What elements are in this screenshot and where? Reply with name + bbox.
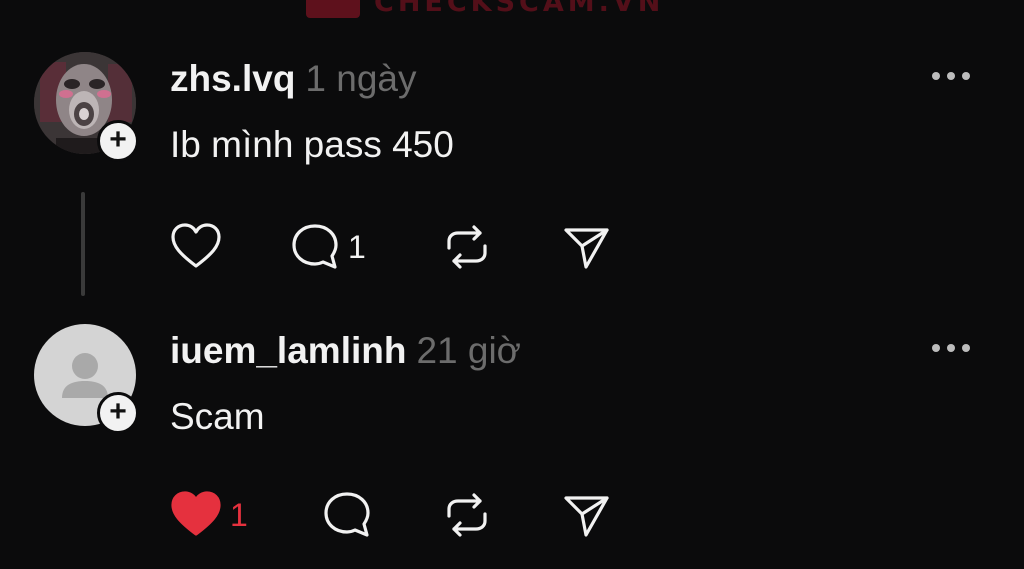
comment-icon — [324, 492, 370, 537]
post-header: iuem_lamlinh 21 giờ — [170, 330, 521, 372]
plus-icon: + — [109, 122, 127, 156]
comment-icon — [292, 224, 338, 269]
action-bar: 1 — [168, 222, 668, 272]
watermark-logo — [306, 0, 360, 18]
repost-icon — [447, 225, 487, 269]
heart-icon — [171, 223, 221, 268]
reply-button[interactable] — [322, 490, 372, 540]
post-text: Ib mình pass 450 — [170, 124, 454, 165]
like-button[interactable]: 1 — [170, 490, 248, 540]
like-button[interactable] — [170, 222, 222, 272]
follow-button[interactable]: + — [97, 392, 139, 434]
send-icon — [564, 228, 609, 269]
more-horizontal-icon — [932, 72, 940, 80]
reply-count: 1 — [348, 228, 366, 265]
more-dot — [962, 344, 970, 352]
repost-button[interactable] — [442, 222, 492, 272]
reply-button[interactable]: 1 — [290, 222, 366, 272]
thread-line — [81, 192, 85, 296]
share-button[interactable] — [562, 490, 612, 540]
action-bar: 1 — [168, 490, 668, 540]
more-options-button[interactable] — [932, 72, 970, 80]
timestamp: 1 ngày — [305, 58, 417, 99]
watermark: CHECKSCAM.VN — [306, 0, 664, 18]
thread-view: CHECKSCAM.VN + zhs.lvq 1 ngày Ib mình pa… — [0, 0, 1024, 569]
more-dot — [962, 72, 970, 80]
like-count: 1 — [230, 496, 248, 533]
repost-button[interactable] — [442, 490, 492, 540]
more-horizontal-icon — [932, 344, 940, 352]
follow-button[interactable]: + — [97, 120, 139, 162]
username[interactable]: iuem_lamlinh — [170, 330, 406, 371]
more-options-button[interactable] — [932, 344, 970, 352]
send-icon — [564, 496, 609, 537]
watermark-text: CHECKSCAM.VN — [374, 0, 665, 18]
share-button[interactable] — [562, 222, 612, 272]
post-text: Scam — [170, 396, 265, 437]
more-dot — [947, 344, 955, 352]
plus-icon: + — [109, 394, 127, 428]
heart-icon — [171, 491, 221, 536]
post-header: zhs.lvq 1 ngày — [170, 58, 417, 100]
repost-icon — [447, 493, 487, 537]
more-dot — [947, 72, 955, 80]
username[interactable]: zhs.lvq — [170, 58, 295, 99]
timestamp: 21 giờ — [416, 330, 521, 371]
